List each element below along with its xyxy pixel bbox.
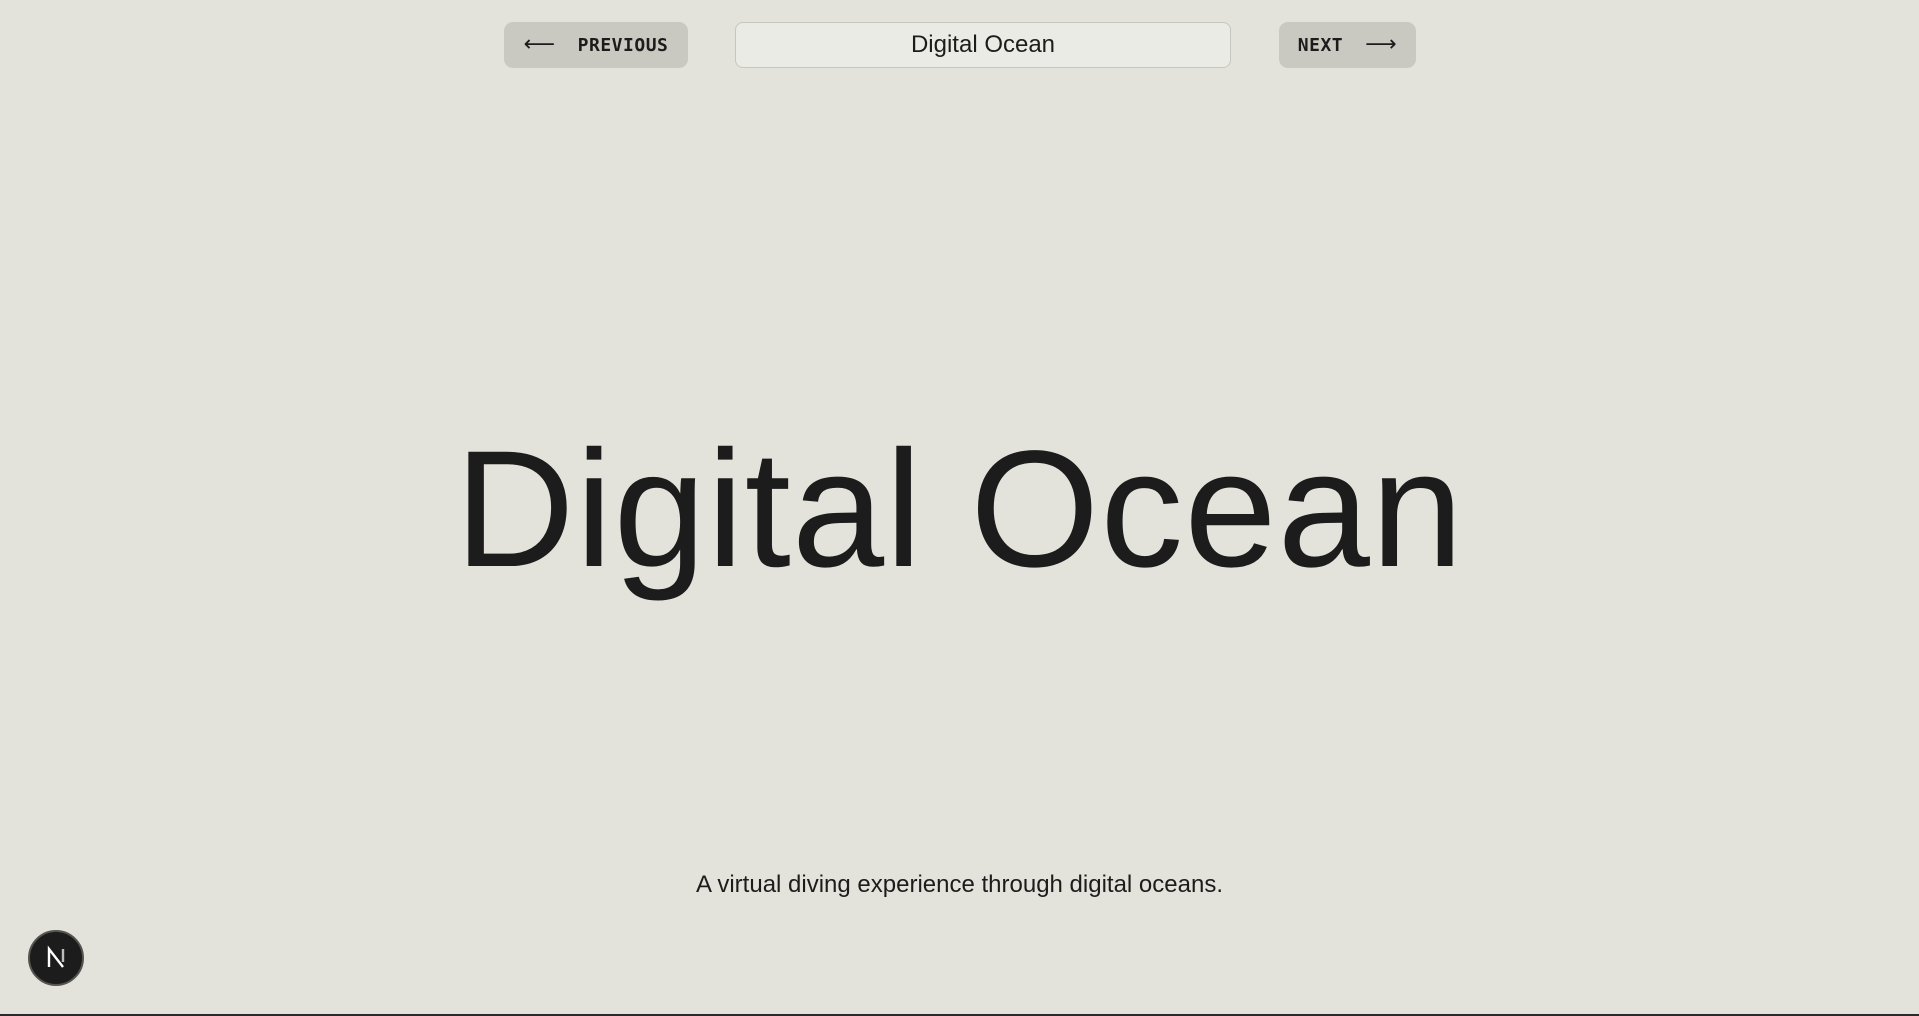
nextjs-logo-icon bbox=[47, 945, 65, 968]
hero-tagline: A virtual diving experience through digi… bbox=[696, 871, 1223, 898]
project-page: ⟵ PREVIOUS Digital Ocean NEXT ⟶ Digital … bbox=[0, 0, 1919, 1016]
top-navigation: ⟵ PREVIOUS Digital Ocean NEXT ⟶ bbox=[0, 22, 1919, 68]
arrow-right-icon: ⟶ bbox=[1365, 32, 1398, 57]
next-button[interactable]: NEXT ⟶ bbox=[1279, 22, 1416, 68]
project-title-field[interactable]: Digital Ocean bbox=[735, 22, 1231, 68]
next-label: NEXT bbox=[1297, 34, 1344, 56]
nextjs-devtools-button[interactable] bbox=[28, 930, 84, 986]
hero-title: Digital Ocean bbox=[454, 417, 1465, 602]
previous-label: PREVIOUS bbox=[577, 34, 669, 56]
previous-button[interactable]: ⟵ PREVIOUS bbox=[504, 22, 688, 68]
arrow-left-icon: ⟵ bbox=[523, 32, 556, 57]
project-title-text: Digital Ocean bbox=[910, 31, 1056, 58]
